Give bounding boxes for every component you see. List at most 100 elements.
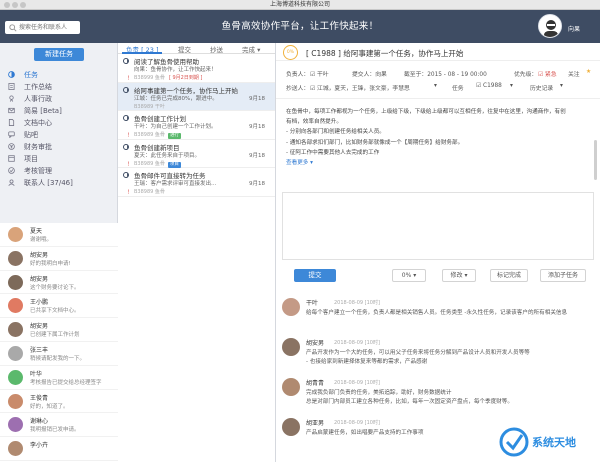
sidebar-item-finance[interactable]: 财务审批 <box>0 141 118 153</box>
avatar <box>8 417 23 433</box>
minimize-icon[interactable] <box>12 2 18 8</box>
comment-author[interactable]: 胡安男 <box>306 338 324 347</box>
progress-dropdown[interactable]: 0% ▾ <box>392 269 426 282</box>
comment-author[interactable]: 胡亚男 <box>306 418 324 427</box>
sidebar-item-label: 财务审批 <box>24 143 52 151</box>
task-item[interactable]: 鱼骨创建工作计划 干叶：为自己创建一个工作计划。 9月18 ！ B38989 鱼… <box>118 111 275 140</box>
scrollbar[interactable] <box>594 140 597 180</box>
task-status-icon[interactable] <box>123 172 129 178</box>
chevron-down-icon[interactable]: ▾ <box>510 83 513 89</box>
task-item-selected[interactable]: 给阿事建第一个任务，协作马上开始 江城：任务已完成80%，跟进中。 9月18 B… <box>118 82 275 111</box>
task-code: B38989 鱼骨 <box>134 132 165 138</box>
task-item[interactable]: 鱼骨邮件可直接转为任务 王瑞：客户需求评审可直接发出… 9月18 ！ B3898… <box>118 168 275 197</box>
task-item[interactable]: 阅读了解鱼骨使用帮助 向果：鱼骨协作，让工作快起来！ ！ B38999 鱼骨[ … <box>118 54 275 83</box>
user-avatar[interactable] <box>538 14 562 38</box>
contact-name: 叶华 <box>30 370 43 378</box>
maximize-icon[interactable] <box>20 2 26 8</box>
contact-item[interactable]: 胡安男 好的我明白申请! <box>0 247 118 271</box>
sidebar-item-label: 考核管理 <box>24 167 52 175</box>
avatar <box>8 298 23 314</box>
follow-button[interactable]: 关注 <box>568 69 580 78</box>
sidebar-item-label: 任务 <box>24 71 38 79</box>
task-code: [ C1988 ] <box>306 49 341 58</box>
contact-name: 胡安男 <box>30 251 49 259</box>
comment-author[interactable]: 胡青青 <box>306 378 324 387</box>
sidebar-item-hr[interactable]: 人事行政 <box>0 93 118 105</box>
contact-item[interactable]: 胡安男 这个财务要讨论下。 <box>0 271 118 295</box>
priority-value[interactable]: ☑ 紧急 <box>538 69 557 78</box>
chevron-down-icon[interactable]: ▾ <box>560 83 563 89</box>
parent-task-label: 任务 <box>452 86 464 92</box>
task-status-icon[interactable] <box>123 143 129 150</box>
sidebar-item-forum[interactable]: 贴吧 <box>0 129 118 141</box>
comment-text: 产品启蒙建任务，如出唱要产品支持的工作事项 <box>306 430 424 436</box>
avatar <box>8 274 23 290</box>
task-latest-update: 江城：任务已完成80%，跟进中。 <box>134 95 218 102</box>
chevron-down-icon[interactable]: ▾ <box>434 83 437 89</box>
mark-done-button[interactable]: 标记完成 <box>490 269 528 282</box>
sidebar-item-summary[interactable]: 工作总结 <box>0 81 118 93</box>
sidebar-item-task[interactable]: 任务 <box>0 69 118 81</box>
progress-indicator[interactable]: 0% <box>283 45 298 60</box>
task-detail-panel: 0% [ C1988 ] 给阿事建第一个任务，协作马上开始 负责人： ☑ 干叶 … <box>276 43 600 462</box>
avatar[interactable] <box>282 338 300 356</box>
parent-task-value[interactable]: ☑ C1988 <box>476 83 502 89</box>
contact-message: 这个财务要讨论下。 <box>30 284 80 291</box>
task-status-icon[interactable] <box>123 86 129 93</box>
contact-item[interactable]: 张三丰 稍候请配发我的一下。 <box>0 342 118 366</box>
sidebar-item-label: 工作总结 <box>24 83 52 91</box>
username[interactable]: 向果 <box>568 24 580 33</box>
star-icon[interactable]: ★ <box>586 69 591 75</box>
sidebar-item-project[interactable]: 项目 <box>0 153 118 165</box>
contact-item[interactable]: 胡安男 已创建下属工作计划 <box>0 318 118 342</box>
summary-icon <box>8 83 15 90</box>
tab-cc[interactable]: 抄送 <box>210 44 223 54</box>
cc-value[interactable]: ☑ 江城，夏天，王锋，张文豪，李慧思 <box>310 83 410 92</box>
desc-line: - 分别向各部门和创建任务给相关人员。 <box>286 129 385 136</box>
task-description: 在鱼骨中，每项工作都视为一个任务，上级给下级，下级给上级都可以互相任务，往复中在… <box>286 107 592 185</box>
contact-name: 夏天 <box>30 228 43 235</box>
task-status-icon[interactable] <box>123 58 129 64</box>
avatar[interactable] <box>282 418 300 436</box>
contact-list: 夏天 谢谢哦。 胡安男 好的我明白申请! 胡安男 这个财务要讨论下。 王小鹏 已共享下文… <box>0 223 118 462</box>
task-meta: B38989 鱼骨 进行 <box>134 131 181 139</box>
contact-item[interactable]: 谢琳心 我明报销已发申请。 <box>0 413 118 438</box>
sidebar-item-simple[interactable]: 简易 [Beta] <box>0 105 118 117</box>
contact-item[interactable]: 叶华 考核报告已提交给总经理签字 <box>0 366 118 390</box>
add-subtask-button[interactable]: 添加子任务 <box>540 269 586 282</box>
avatar <box>8 227 23 242</box>
contact-item[interactable]: 李小卉 <box>0 437 118 461</box>
edit-dropdown[interactable]: 修改 ▾ <box>442 269 476 282</box>
hr-icon <box>9 95 14 102</box>
task-code: B38999 鱼骨 <box>134 75 165 81</box>
task-item[interactable]: 鱼骨创建新项目 夏天：此任务来自于项目。 9月18 ！ B38989 鱼骨 项目 <box>118 140 275 168</box>
tab-done[interactable]: 完成 ▾ <box>242 44 260 54</box>
contact-item[interactable]: 王小鹏 已共享下文档中心。 <box>0 294 118 319</box>
task-date: 9月18 <box>249 152 265 159</box>
history-link[interactable]: 历史记录 <box>530 83 553 92</box>
avatar[interactable] <box>282 298 300 316</box>
priority-label: 优先级： <box>514 72 538 78</box>
comment-editor[interactable] <box>282 192 594 260</box>
task-status-icon[interactable] <box>123 115 129 121</box>
new-task-button[interactable]: 新建任务 <box>34 48 84 61</box>
sidebar-item-contacts[interactable]: 联系人 [37/46] <box>0 177 118 189</box>
contact-item[interactable]: 夏天 谢谢哦。 <box>0 223 118 247</box>
sidebar-item-documents[interactable]: 文档中心 <box>0 117 118 129</box>
contact-name: 胡安男 <box>30 275 49 283</box>
show-more-link[interactable]: 查看更多 ▾ <box>286 158 592 168</box>
contact-item[interactable]: 王俊青 好的，知道了。 <box>0 390 118 414</box>
task-date: 9月18 <box>249 95 265 102</box>
alert-icon: ！ <box>127 190 133 196</box>
sidebar-item-assessment[interactable]: 考核管理 <box>0 165 118 177</box>
submit-button[interactable]: 提交 <box>294 269 336 282</box>
close-icon[interactable] <box>4 2 10 8</box>
owner-value[interactable]: ☑ 干叶 <box>310 69 329 78</box>
info-row-owner: 负责人： ☑ 干叶 提交人：向果 截至于：2015 - 08 - 19 00:0… <box>286 69 596 79</box>
comment-author[interactable]: 干叶 <box>306 298 318 307</box>
status-badge: 进行 <box>167 133 181 139</box>
tab-submitted[interactable]: 提交 <box>178 44 191 54</box>
task-icon <box>8 71 15 78</box>
deadline[interactable]: 截至于：2015 - 08 - 19 00:00 <box>404 69 487 78</box>
avatar[interactable] <box>282 378 300 396</box>
